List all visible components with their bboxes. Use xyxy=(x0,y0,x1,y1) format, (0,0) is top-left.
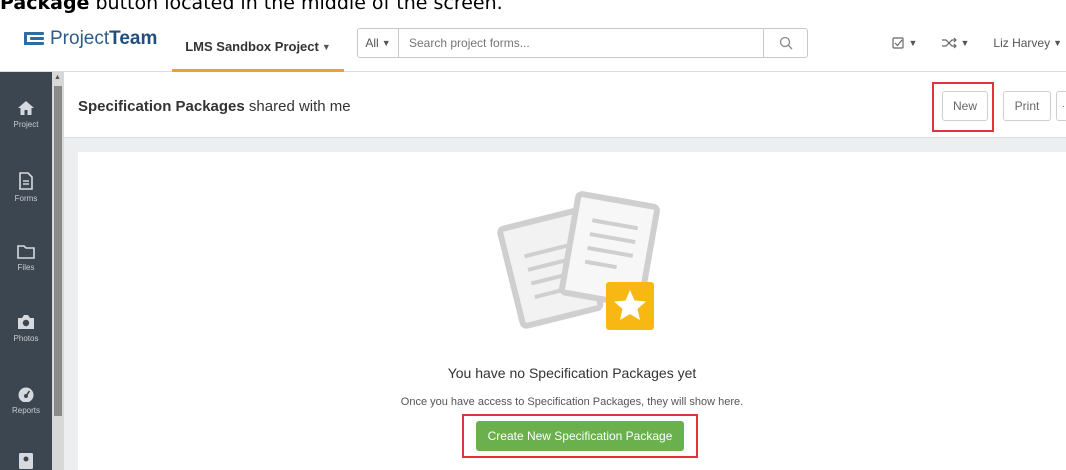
home-icon xyxy=(18,101,34,115)
tasks-menu[interactable]: ▼ xyxy=(880,34,930,52)
sidebar-scrollbar[interactable]: ▲ xyxy=(52,72,64,470)
camera-icon xyxy=(18,315,34,329)
scroll-up-icon: ▲ xyxy=(54,74,61,81)
caption-text: button located in the middle of the scre… xyxy=(89,0,503,14)
chevron-down-icon: ▼ xyxy=(908,38,918,48)
print-button[interactable]: Print xyxy=(1003,91,1051,121)
chevron-down-icon: ▼ xyxy=(1053,38,1062,48)
sidebar-item-label: Reports xyxy=(11,406,40,415)
search-button[interactable] xyxy=(764,28,808,58)
sidebar-item-photos[interactable]: Photos xyxy=(0,314,52,343)
empty-state-panel: You have no Specification Packages yet O… xyxy=(78,152,1066,470)
menu-lines-icon xyxy=(24,31,44,47)
sidebar-item-forms[interactable]: Forms xyxy=(0,172,52,203)
new-button-highlight xyxy=(932,82,994,132)
folder-icon xyxy=(17,245,35,259)
sidebar-item-label: Forms xyxy=(14,194,38,203)
page-header: Specification Packages shared with me Ne… xyxy=(64,72,1066,138)
document-icon xyxy=(19,172,33,190)
search-input[interactable] xyxy=(399,28,764,58)
caption-bold: Package xyxy=(0,0,90,14)
left-sidebar: Project Forms Files Photos Reports ▲ xyxy=(0,72,64,470)
sidebar-item-label: Files xyxy=(17,263,35,272)
contacts-icon xyxy=(19,453,33,469)
workflow-menu[interactable]: ▼ xyxy=(929,34,981,52)
project-selector[interactable]: LMS Sandbox Project ▼ xyxy=(172,14,344,72)
project-name: LMS Sandbox Project xyxy=(185,39,319,54)
sidebar-item-project[interactable]: Project xyxy=(0,100,52,129)
empty-state-title: You have no Specification Packages yet xyxy=(447,365,697,381)
top-navbar: ProjectTeam LMS Sandbox Project ▼ All ▼ … xyxy=(0,14,1066,72)
main-content: Specification Packages shared with me Ne… xyxy=(64,72,1066,470)
nav-right: ▼ ▼ Liz Harvey ▼ xyxy=(880,34,1066,52)
sidebar-item-label: Photos xyxy=(13,334,39,343)
empty-state-subtitle: Once you have access to Specification Pa… xyxy=(400,396,744,408)
search-icon xyxy=(779,36,792,50)
page-title: Specification Packages shared with me xyxy=(78,98,351,115)
checklist-icon xyxy=(891,37,904,49)
create-button-highlight xyxy=(462,414,698,458)
user-menu[interactable]: Liz Harvey ▼ xyxy=(981,34,1066,52)
instruction-caption: Package button located in the middle of … xyxy=(0,0,1066,14)
shuffle-icon xyxy=(942,37,958,49)
chevron-down-icon: ▼ xyxy=(381,38,391,48)
sidebar-item-files[interactable]: Files xyxy=(0,244,52,272)
chevron-down-icon: ▼ xyxy=(960,38,970,48)
more-options-button[interactable]: ··· xyxy=(1056,91,1066,121)
search-group: All ▼ xyxy=(357,28,808,58)
search-scope-dropdown[interactable]: All ▼ xyxy=(357,28,399,58)
scrollbar-thumb[interactable] xyxy=(54,86,62,416)
documents-star-icon xyxy=(497,191,660,330)
chevron-down-icon: ▼ xyxy=(321,41,331,52)
dashboard-icon xyxy=(18,387,34,402)
brand-name: ProjectTeam xyxy=(50,28,158,49)
user-name: Liz Harvey xyxy=(993,36,1051,50)
sidebar-item-label: Project xyxy=(13,120,39,129)
sidebar-item-reports[interactable]: Reports xyxy=(0,386,52,415)
sidebar-item-contacts[interactable] xyxy=(0,452,52,470)
brand-logo[interactable]: ProjectTeam xyxy=(24,28,157,50)
